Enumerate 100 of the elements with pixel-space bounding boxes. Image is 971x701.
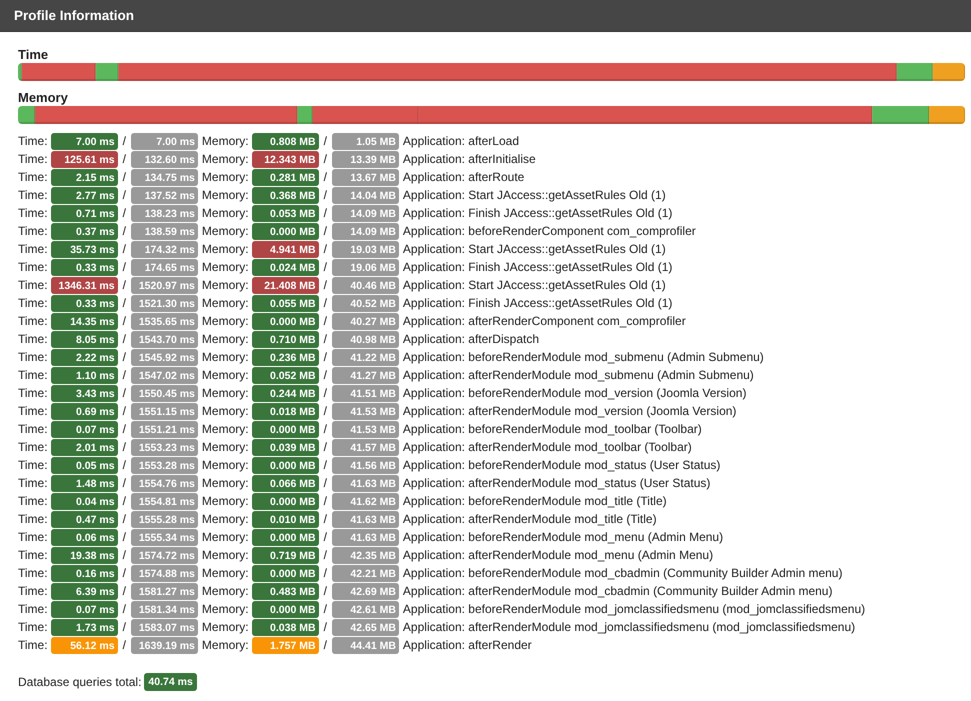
total-time-badge: 137.52 ms (130, 186, 198, 204)
separator: / (122, 458, 126, 472)
total-memory-badge: 1.05 MB (332, 132, 399, 150)
total-memory-badge: 42.69 MB (332, 582, 399, 600)
separator: / (122, 404, 126, 418)
event-text: Application: afterRoute (402, 170, 524, 184)
total-time-badge: 174.32 ms (130, 240, 198, 258)
separator: / (324, 224, 327, 238)
separator: / (122, 620, 126, 634)
separator: / (324, 314, 327, 328)
total-memory-badge: 41.57 MB (332, 438, 399, 456)
event-text: Application: beforeRenderModule mod_submenu (Admin Submenu) (402, 350, 764, 364)
time-label: Time: (18, 404, 48, 418)
separator: / (122, 188, 126, 202)
total-memory-badge: 42.65 MB (332, 618, 399, 636)
db-total-label: Database queries total: (18, 675, 142, 689)
total-time-badge: 1574.88 ms (130, 564, 198, 582)
event-text: Application: Finish JAccess::getAssetRules Old (1) (402, 260, 672, 274)
memory-label: Memory: (202, 494, 249, 508)
total-memory-badge: 14.04 MB (332, 186, 399, 204)
separator: / (324, 476, 327, 490)
event-text: Application: beforeRenderModule mod_version (Joomla Version) (402, 386, 746, 400)
memory-badge: 0.024 MB (252, 258, 319, 276)
total-time-badge: 1639.19 ms (130, 636, 198, 654)
time-badge: 2.77 ms (50, 186, 118, 204)
time-label: Time: (18, 188, 48, 202)
memory-badge: 0.000 MB (252, 600, 319, 618)
event-text: Application: afterRenderComponent com_comprofiler (402, 314, 686, 328)
memory-badge: 0.000 MB (252, 456, 319, 474)
time-badge: 7.00 ms (50, 132, 118, 150)
time-badge: 0.69 ms (50, 402, 118, 420)
total-memory-badge: 44.41 MB (332, 636, 399, 654)
separator: / (324, 548, 327, 562)
memory-label: Memory: (202, 296, 249, 310)
event-text: Application: afterRenderModule mod_cbadmin (Community Builder Admin menu) (402, 584, 832, 598)
time-label: Time: (18, 134, 48, 148)
memory-label: Memory: (202, 368, 249, 382)
event-text: Application: afterDispatch (402, 332, 539, 346)
memory-badge: 0.710 MB (252, 330, 319, 348)
separator: / (324, 602, 327, 616)
memory-badge: 0.053 MB (252, 204, 319, 222)
total-time-badge: 7.00 ms (130, 132, 198, 150)
total-memory-badge: 42.61 MB (332, 600, 399, 618)
total-memory-badge: 40.52 MB (332, 294, 399, 312)
separator: / (122, 512, 126, 526)
event-text: Application: beforeRenderModule mod_status (User Status) (402, 458, 720, 472)
separator: / (122, 224, 126, 238)
separator: / (324, 566, 327, 580)
separator: / (122, 440, 126, 454)
memory-badge: 0.052 MB (252, 366, 319, 384)
total-memory-badge: 41.27 MB (332, 366, 399, 384)
total-memory-badge: 42.21 MB (332, 564, 399, 582)
total-time-badge: 138.59 ms (130, 222, 198, 240)
separator: / (122, 368, 126, 382)
time-badge: 3.43 ms (50, 384, 118, 402)
time-label: Time: (18, 494, 48, 508)
memory-badge: 0.066 MB (252, 474, 319, 492)
separator: / (324, 170, 327, 184)
time-label: Time: (18, 602, 48, 616)
time-badge: 0.37 ms (50, 222, 118, 240)
time-label: Time: (18, 584, 48, 598)
memory-badge: 0.281 MB (252, 168, 319, 186)
total-time-badge: 1551.15 ms (130, 402, 198, 420)
memory-badge: 4.941 MB (252, 240, 319, 258)
separator: / (324, 422, 327, 436)
memory-badge: 0.236 MB (252, 348, 319, 366)
total-time-badge: 1581.27 ms (130, 582, 198, 600)
memory-badge: 0.000 MB (252, 564, 319, 582)
memory-badge: 1.757 MB (252, 636, 319, 654)
separator: / (122, 494, 126, 508)
separator: / (122, 296, 126, 310)
separator: / (324, 458, 327, 472)
db-total-badge: 40.74 ms (144, 673, 197, 691)
time-badge: 1.73 ms (50, 618, 118, 636)
time-label: Time: (18, 638, 48, 652)
total-memory-badge: 14.09 MB (332, 222, 399, 240)
time-label: Time: (18, 566, 48, 580)
event-text: Application: beforeRenderModule mod_jomclassifiedsmenu (mod_jomclassifiedsmenu) (402, 602, 866, 616)
event-text: Application: Start JAccess::getAssetRules Old (1) (402, 278, 666, 292)
event-text: Application: Finish JAccess::getAssetRules Old (1) (402, 206, 672, 220)
total-memory-badge: 41.63 MB (332, 474, 399, 492)
total-memory-badge: 40.27 MB (332, 312, 399, 330)
memory-label: Memory: (202, 260, 249, 274)
time-label: Time: (18, 512, 48, 526)
time-badge: 0.33 ms (50, 258, 118, 276)
separator: / (122, 584, 126, 598)
total-time-badge: 1545.92 ms (130, 348, 198, 366)
time-label: Time: (18, 440, 48, 454)
memory-label: Memory: (202, 602, 249, 616)
time-badge: 125.61 ms (50, 150, 118, 168)
event-text: Application: Finish JAccess::getAssetRules Old (1) (402, 296, 672, 310)
total-time-badge: 1583.07 ms (130, 618, 198, 636)
separator: / (324, 494, 327, 508)
time-badge: 1.10 ms (50, 366, 118, 384)
memory-badge: 0.719 MB (252, 546, 319, 564)
time-badge: 0.06 ms (50, 528, 118, 546)
separator: / (324, 296, 327, 310)
time-label: Time: (18, 152, 48, 166)
event-text: Application: afterLoad (402, 134, 520, 148)
total-time-badge: 1555.28 ms (130, 510, 198, 528)
